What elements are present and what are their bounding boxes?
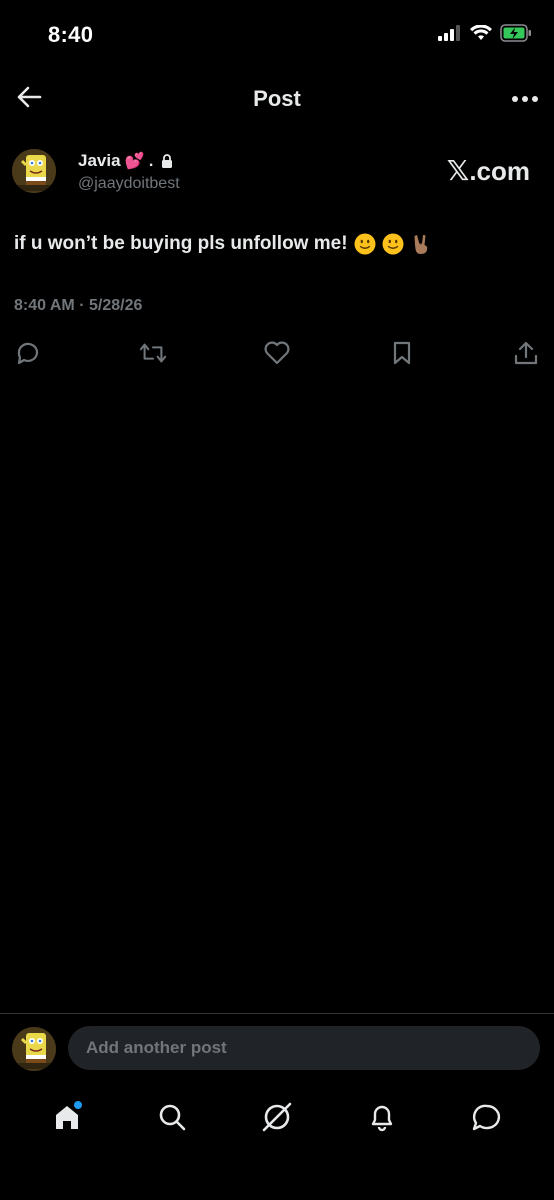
- more-options-button[interactable]: [510, 84, 540, 114]
- add-post-input[interactable]: Add another post: [68, 1026, 540, 1070]
- status-icons: [438, 24, 532, 42]
- messages-icon: [473, 1104, 501, 1131]
- post-text-content: if u won’t be buying pls unfollow me!: [14, 233, 348, 254]
- victory-hand-icon: [414, 235, 427, 254]
- notification-dot: [73, 1101, 82, 1109]
- spongebob-avatar-image: [12, 149, 56, 193]
- reply-avatar: [12, 1027, 56, 1071]
- tab-messages[interactable]: [469, 1099, 505, 1135]
- source-label: 𝕏.com: [447, 154, 530, 187]
- like-button[interactable]: [263, 339, 291, 367]
- page-title: Post: [253, 86, 301, 111]
- lock-icon: [162, 154, 173, 168]
- heart-icon: [264, 341, 290, 365]
- add-post-placeholder: Add another post: [86, 1038, 227, 1057]
- signal-icon: [438, 25, 460, 41]
- author-name-text: Javia: [78, 151, 121, 170]
- reply-button[interactable]: [14, 339, 42, 367]
- share-icon: [514, 341, 538, 365]
- battery-icon: [500, 24, 531, 42]
- avatar[interactable]: [12, 149, 56, 193]
- post-timestamp: 8:40 AM · 5/28/26: [14, 297, 143, 314]
- author-name[interactable]: Javia 💕 .: [78, 151, 173, 171]
- divider: [0, 1013, 554, 1014]
- repost-icon: [139, 343, 166, 363]
- more-horizontal-icon: [512, 96, 538, 102]
- source-text: .com: [469, 156, 530, 186]
- tab-grok[interactable]: [259, 1099, 295, 1135]
- slightly-smiling-face-icon: [354, 233, 376, 255]
- spongebob-avatar-image: [12, 1027, 56, 1071]
- bookmark-icon: [393, 341, 410, 365]
- repost-button[interactable]: [139, 339, 167, 367]
- author-name-suffix: 💕 .: [124, 153, 154, 170]
- search-icon: [159, 1104, 186, 1131]
- author-handle[interactable]: @jaaydoitbest: [78, 175, 180, 193]
- share-button[interactable]: [512, 339, 540, 367]
- bookmark-button[interactable]: [388, 339, 416, 367]
- tab-search[interactable]: [154, 1099, 190, 1135]
- grok-icon: [262, 1102, 292, 1132]
- bell-icon: [371, 1105, 393, 1132]
- tab-notifications[interactable]: [364, 1099, 400, 1135]
- tab-home[interactable]: [49, 1099, 85, 1135]
- post-text: if u won’t be buying pls unfollow me!: [14, 233, 432, 255]
- x-logo-icon: 𝕏: [446, 155, 470, 186]
- slightly-smiling-face-icon: [382, 233, 404, 255]
- status-time: 8:40: [48, 22, 94, 47]
- reply-icon: [17, 342, 39, 365]
- post-actions: [14, 339, 540, 367]
- wifi-icon: [470, 25, 492, 40]
- tab-bar: [0, 1093, 554, 1141]
